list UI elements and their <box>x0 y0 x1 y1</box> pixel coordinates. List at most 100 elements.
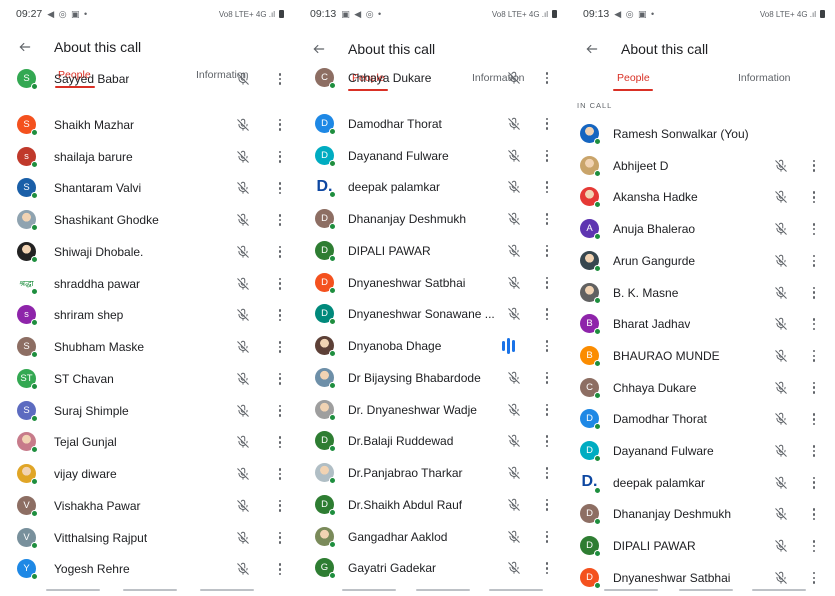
more-vert-icon[interactable] <box>275 149 285 165</box>
participant-row[interactable]: B. K. Masne <box>567 277 835 309</box>
participant-row[interactable]: D Dayanand Fulware <box>294 140 567 172</box>
more-vert-icon[interactable] <box>809 538 819 554</box>
participant-row[interactable]: Gangadhar Aaklod <box>294 521 567 553</box>
more-vert-icon[interactable] <box>275 307 285 323</box>
participant-row[interactable]: D Damodhar Thorat <box>567 403 835 435</box>
arrow-left-icon[interactable] <box>581 40 603 58</box>
more-vert-icon[interactable] <box>275 561 285 577</box>
more-vert-icon[interactable] <box>809 411 819 427</box>
more-vert-icon[interactable] <box>542 116 552 132</box>
participant-row[interactable]: D Dr.Balaji Ruddewad <box>294 425 567 457</box>
participant-row[interactable]: s shriram shep <box>0 299 294 331</box>
participant-row[interactable]: V Vishakha Pawar <box>0 490 294 522</box>
mic-off-icon <box>507 403 521 417</box>
more-vert-icon[interactable] <box>275 434 285 450</box>
participant-row[interactable]: Dnyanoba Dhage <box>294 330 567 362</box>
participant-row[interactable]: S Shubham Maske <box>0 331 294 363</box>
more-vert-icon[interactable] <box>542 402 552 418</box>
participant-row[interactable]: A Anuja Bhalerao <box>567 213 835 245</box>
more-vert-icon[interactable] <box>275 371 285 387</box>
participant-row[interactable]: Shiwaji Dhobale. <box>0 236 294 268</box>
more-vert-icon[interactable] <box>542 529 552 545</box>
more-vert-icon[interactable] <box>809 570 819 586</box>
participant-row[interactable]: D Dhananjay Deshmukh <box>567 498 835 530</box>
participant-row[interactable]: B Bharat Jadhav <box>567 308 835 340</box>
page-title: About this call <box>54 39 142 55</box>
more-vert-icon[interactable] <box>809 221 819 237</box>
participant-row[interactable]: G Gayatri Gadekar <box>294 552 567 584</box>
participant-row[interactable]: D Damodhar Thorat <box>294 108 567 140</box>
participant-row[interactable]: D Dnyaneshwar Satbhai <box>294 267 567 299</box>
participant-row[interactable]: Akansha Hadke <box>567 181 835 213</box>
more-vert-icon[interactable] <box>809 316 819 332</box>
more-vert-icon[interactable] <box>542 560 552 576</box>
tab-people[interactable]: People <box>617 72 650 84</box>
more-vert-icon[interactable] <box>542 338 552 354</box>
more-vert-icon[interactable] <box>809 475 819 491</box>
participant-row[interactable]: Y Yogesh Rehre <box>0 553 294 585</box>
more-vert-icon[interactable] <box>542 243 552 259</box>
participant-row[interactable]: Arun Gangurde <box>567 245 835 277</box>
more-vert-icon[interactable] <box>275 466 285 482</box>
more-vert-icon[interactable] <box>542 70 552 86</box>
more-vert-icon[interactable] <box>275 530 285 546</box>
participant-row[interactable]: D Dayanand Fulware <box>567 435 835 467</box>
participant-row[interactable]: D. deepak palamkar <box>294 171 567 203</box>
participant-row[interactable]: Abhijeet D <box>567 150 835 182</box>
more-vert-icon[interactable] <box>275 71 285 87</box>
participant-row[interactable]: D DIPALI PAWAR <box>567 530 835 562</box>
participant-row[interactable]: D DIPALI PAWAR <box>294 235 567 267</box>
more-vert-icon[interactable] <box>542 465 552 481</box>
participant-row[interactable]: D Dhananjay Deshmukh <box>294 203 567 235</box>
more-vert-icon[interactable] <box>542 179 552 195</box>
participant-row[interactable]: D. deepak palamkar <box>567 467 835 499</box>
participant-row[interactable]: Tejal Gunjal <box>0 426 294 458</box>
arrow-left-icon[interactable] <box>308 40 330 58</box>
online-dot <box>329 540 336 548</box>
more-vert-icon[interactable] <box>542 275 552 291</box>
participant-row[interactable]: ST ST Chavan <box>0 363 294 395</box>
participant-row[interactable]: Dr. Dnyaneshwar Wadje <box>294 394 567 426</box>
more-vert-icon[interactable] <box>809 506 819 522</box>
more-vert-icon[interactable] <box>542 306 552 322</box>
arrow-left-icon[interactable] <box>14 38 36 56</box>
participant-row[interactable]: S Sayyed Babar <box>0 63 294 95</box>
participant-row[interactable]: C Chhaya Dukare <box>294 62 567 94</box>
participant-row[interactable]: S Shaikh Mazhar <box>0 109 294 141</box>
participant-row[interactable]: vijay diware <box>0 458 294 490</box>
participant-row[interactable]: S Suraj Shimple <box>0 395 294 427</box>
more-vert-icon[interactable] <box>275 117 285 133</box>
more-vert-icon[interactable] <box>275 403 285 419</box>
more-vert-icon[interactable] <box>809 443 819 459</box>
participant-row[interactable]: Dr.Panjabrao Tharkar <box>294 457 567 489</box>
participant-row[interactable]: s shailaja barure <box>0 141 294 173</box>
more-vert-icon[interactable] <box>542 433 552 449</box>
more-vert-icon[interactable] <box>275 498 285 514</box>
more-vert-icon[interactable] <box>809 380 819 396</box>
participant-row[interactable]: V Vitthalsing Rajput <box>0 522 294 554</box>
participant-row[interactable]: D Dnyaneshwar Sonawane ... <box>294 298 567 330</box>
participant-row[interactable]: B BHAURAO MUNDE <box>567 340 835 372</box>
participant-row[interactable]: Ramesh Sonwalkar (You) <box>567 118 835 150</box>
more-vert-icon[interactable] <box>809 158 819 174</box>
more-vert-icon[interactable] <box>809 348 819 364</box>
participant-row[interactable]: Dr Bijaysing Bhabardode <box>294 362 567 394</box>
participant-row[interactable]: Shashikant Ghodke <box>0 204 294 236</box>
more-vert-icon[interactable] <box>809 285 819 301</box>
tab-information[interactable]: Information <box>738 72 791 84</box>
more-vert-icon[interactable] <box>275 244 285 260</box>
more-vert-icon[interactable] <box>275 339 285 355</box>
more-vert-icon[interactable] <box>542 148 552 164</box>
more-vert-icon[interactable] <box>275 276 285 292</box>
participant-row[interactable]: C Chhaya Dukare <box>567 372 835 404</box>
more-vert-icon[interactable] <box>542 370 552 386</box>
participant-row[interactable]: S Shantaram Valvi <box>0 172 294 204</box>
more-vert-icon[interactable] <box>542 497 552 513</box>
more-vert-icon[interactable] <box>809 189 819 205</box>
more-vert-icon[interactable] <box>809 253 819 269</box>
participant-row[interactable]: D Dr.Shaikh Abdul Rauf <box>294 489 567 521</box>
more-vert-icon[interactable] <box>542 211 552 227</box>
participant-row[interactable]: श्रद्धा shraddha pawar <box>0 268 294 300</box>
more-vert-icon[interactable] <box>275 212 285 228</box>
more-vert-icon[interactable] <box>275 180 285 196</box>
